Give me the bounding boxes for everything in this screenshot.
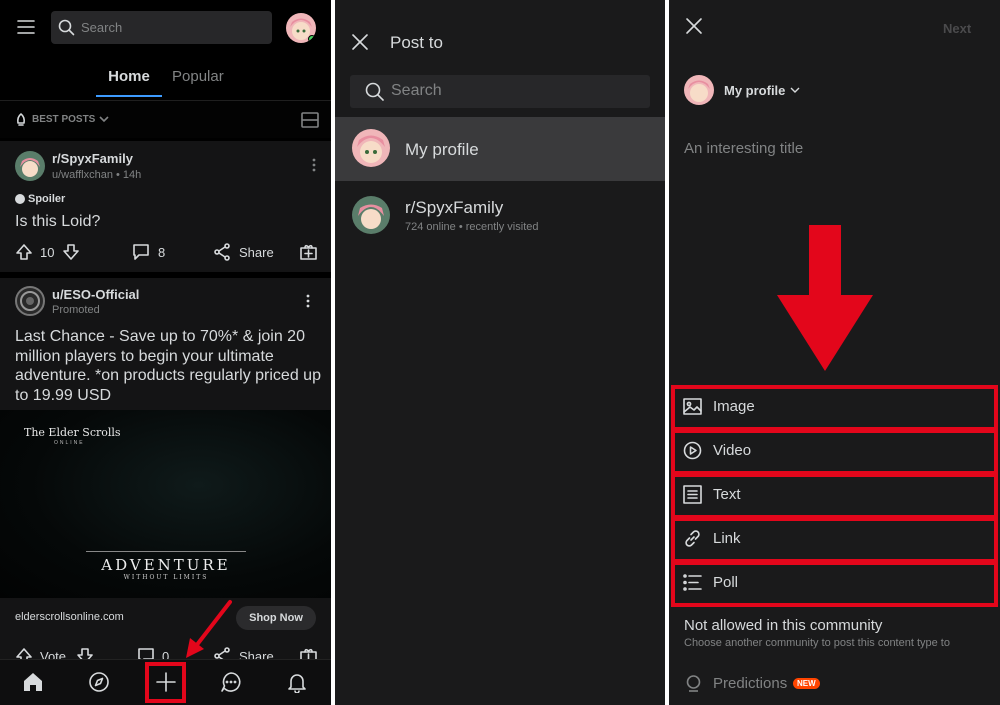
post-to-panel: Post to Search My profile r/SpyxFamily 7… <box>335 0 665 705</box>
more-icon[interactable] <box>311 157 317 173</box>
chevron-down-icon[interactable] <box>98 114 110 124</box>
sort-label[interactable]: BEST POSTS <box>32 114 95 125</box>
ad-image[interactable]: The Elder Scrolls ONLINE ADVENTURE WITHO… <box>0 410 331 598</box>
list-item-my-profile[interactable]: My profile <box>335 117 665 181</box>
avatar <box>352 129 390 167</box>
search-placeholder: Search <box>81 20 123 35</box>
community-avatar <box>15 151 45 181</box>
close-icon[interactable] <box>685 17 703 35</box>
chevron-down-icon[interactable] <box>789 85 801 95</box>
search-icon <box>365 82 385 102</box>
ad-domain[interactable]: elderscrollsonline.com <box>15 611 124 623</box>
home-feed-panel: Search Home Popular BEST POSTS r/SpyxFam… <box>0 0 331 705</box>
comment-count: 8 <box>158 245 166 260</box>
spoiler-flair: Spoiler <box>28 193 66 205</box>
bell-icon[interactable] <box>286 671 308 693</box>
ad-banner: ADVENTURE <box>101 556 231 574</box>
arrow-icon <box>180 598 235 660</box>
share-label[interactable]: Share <box>239 649 274 659</box>
search-input[interactable]: Search <box>51 11 272 44</box>
post-meta: u/wafflxchan • 14h <box>52 169 142 181</box>
community-avatar <box>352 196 390 234</box>
highlight-box <box>145 662 186 703</box>
ad-action-bar: Vote 0 Share <box>0 638 331 659</box>
list-item-label: r/SpyxFamily <box>405 198 504 217</box>
ad-banner-sub: WITHOUT LIMITS <box>123 574 209 581</box>
highlight-box-video <box>671 429 998 475</box>
avatar[interactable] <box>286 13 316 43</box>
page-title: Post to <box>390 33 443 52</box>
view-toggle-icon[interactable] <box>301 111 319 129</box>
tab-home[interactable]: Home <box>96 68 162 85</box>
ad-title[interactable]: Last Chance - Save up to 70%* & join 20 … <box>15 327 321 405</box>
post-title[interactable]: Is this Loid? <box>15 213 100 231</box>
downvote-icon[interactable] <box>62 243 80 261</box>
highlight-box-text <box>671 473 998 519</box>
spoiler-icon <box>15 194 25 204</box>
rocket-icon <box>14 113 28 127</box>
search-placeholder: Search <box>391 82 442 99</box>
not-allowed-title: Not allowed in this community <box>684 617 883 634</box>
highlight-box-link <box>671 517 998 563</box>
ad-author[interactable]: u/ESO-Official <box>52 287 139 302</box>
tab-active-indicator <box>96 95 162 97</box>
upvote-icon[interactable] <box>15 243 33 261</box>
new-badge: NEW <box>793 678 820 689</box>
next-button[interactable]: Next <box>943 21 971 36</box>
not-allowed-sub: Choose another community to post this co… <box>684 637 950 649</box>
award-icon[interactable] <box>299 242 318 261</box>
avatar <box>684 75 714 105</box>
post-community[interactable]: r/SpyxFamily <box>52 151 133 166</box>
comment-icon[interactable] <box>136 647 156 659</box>
predictions-label[interactable]: Predictions <box>713 675 787 692</box>
chat-icon[interactable] <box>220 671 242 693</box>
sort-bar: BEST POSTS <box>0 100 331 138</box>
list-item-sub: 724 online • recently visited <box>405 221 539 233</box>
vote-label: Vote <box>40 649 67 659</box>
explore-icon[interactable] <box>88 671 110 693</box>
divider <box>86 551 246 552</box>
advertiser-avatar <box>15 286 45 316</box>
profile-selector[interactable]: My profile <box>724 83 785 98</box>
vote-count: 10 <box>40 245 55 260</box>
downvote-icon[interactable] <box>76 647 94 659</box>
list-item-label: My profile <box>405 140 479 159</box>
share-icon[interactable] <box>213 243 231 261</box>
search-icon <box>58 19 75 36</box>
comment-icon[interactable] <box>131 243 151 261</box>
highlight-box-poll <box>671 561 998 607</box>
list-item-spyxfamily[interactable]: r/SpyxFamily 724 online • recently visit… <box>335 183 665 247</box>
menu-icon[interactable] <box>16 17 36 37</box>
upvote-icon[interactable] <box>15 647 33 659</box>
ad-brand-sub: ONLINE <box>54 440 85 446</box>
title-input[interactable]: An interesting title <box>684 140 803 157</box>
tab-popular[interactable]: Popular <box>172 68 224 85</box>
award-icon[interactable] <box>299 646 318 659</box>
promoted-label: Promoted <box>52 304 100 316</box>
feed-tabs: Home Popular <box>0 60 331 98</box>
search-input[interactable]: Search <box>350 75 650 108</box>
arrow-icon <box>777 225 873 373</box>
share-label[interactable]: Share <box>239 245 274 260</box>
post-card[interactable]: r/SpyxFamily u/wafflxchan • 14h Spoiler … <box>0 141 331 272</box>
shop-now-button[interactable]: Shop Now <box>236 606 316 630</box>
ad-brand: The Elder Scrolls <box>24 426 121 439</box>
comment-count: 0 <box>162 649 170 659</box>
predictions-icon <box>684 674 703 693</box>
close-icon[interactable] <box>351 33 369 51</box>
more-icon[interactable] <box>305 293 311 309</box>
home-icon[interactable] <box>22 671 44 693</box>
highlight-box-image <box>671 385 998 431</box>
